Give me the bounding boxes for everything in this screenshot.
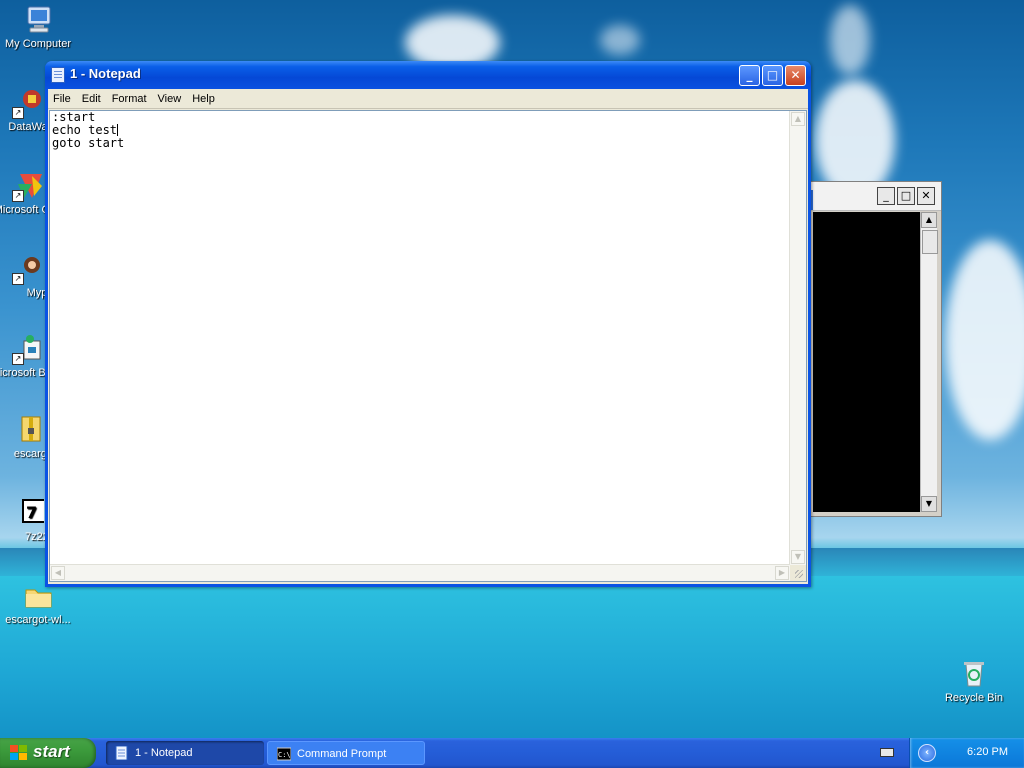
menu-file[interactable]: File: [48, 93, 77, 105]
horizontal-scrollbar[interactable]: ◀ ▶: [50, 564, 790, 581]
close-button[interactable]: ✕: [785, 65, 806, 86]
system-tray: ‹ 6:20 PM: [880, 738, 1024, 768]
sea: [0, 576, 1024, 738]
shortcut-arrow-icon: ↗: [12, 273, 24, 285]
scroll-thumb[interactable]: [922, 230, 938, 254]
start-button[interactable]: start: [0, 738, 96, 768]
cloud: [945, 240, 1024, 440]
editor-line: echo test: [52, 123, 118, 137]
cmd-minimize-button[interactable]: _: [877, 187, 895, 205]
scroll-up-arrow-icon[interactable]: ▲: [791, 112, 805, 126]
scroll-up-arrow-icon[interactable]: ▲: [921, 212, 937, 228]
application-icon: ↗: [12, 253, 44, 285]
clock[interactable]: 6:20 PM: [967, 746, 1008, 758]
editor-text[interactable]: :start echo test goto start: [52, 111, 124, 150]
computer-icon: [22, 4, 54, 36]
editor-line: goto start: [52, 136, 125, 150]
shortcut-arrow-icon: ↗: [12, 190, 24, 202]
show-hidden-icons-button[interactable]: ‹: [918, 744, 936, 762]
console-output[interactable]: [813, 212, 923, 512]
menu-edit[interactable]: Edit: [77, 93, 107, 105]
taskbar-label: 1 - Notepad: [135, 747, 193, 759]
notepad-icon: [51, 67, 65, 83]
scroll-down-arrow-icon[interactable]: ▼: [791, 550, 805, 564]
menu-format[interactable]: Format: [107, 93, 153, 105]
application-icon: ↗: [12, 87, 44, 119]
taskbar-label: Command Prompt: [297, 748, 387, 760]
command-prompt-window[interactable]: _ □ ✕ ▲ ▼: [808, 181, 942, 517]
cloud: [600, 25, 640, 55]
windows-flag-icon: [10, 745, 28, 761]
cmd-icon: C:\: [277, 747, 291, 761]
start-label: start: [33, 742, 70, 761]
shortcut-arrow-icon: ↗: [12, 353, 24, 365]
maximize-button[interactable]: □: [762, 65, 783, 86]
desktop-icon-escargot-folder[interactable]: escargot-wl...: [0, 580, 76, 627]
notepad-titlebar[interactable]: 1 - Notepad _ □ ✕: [45, 61, 811, 89]
scroll-down-arrow-icon[interactable]: ▼: [921, 496, 937, 512]
scroll-left-arrow-icon[interactable]: ◀: [51, 566, 65, 580]
cmd-close-button[interactable]: ✕: [917, 187, 935, 205]
desktop-icon-recycle-bin[interactable]: Recycle Bin: [936, 658, 1012, 705]
taskbar: start 1 - Notepad C:\ Command Prompt ‹ 6…: [0, 738, 1024, 768]
shortcut-arrow-icon: ↗: [12, 107, 24, 119]
editor-line: :start: [52, 110, 96, 124]
taskbar-button-command-prompt[interactable]: C:\ Command Prompt: [267, 741, 425, 765]
resize-grip-icon[interactable]: [790, 565, 806, 581]
menu-help[interactable]: Help: [187, 93, 221, 105]
desktop-icon-my-computer[interactable]: My Computer: [0, 4, 76, 51]
7zip-icon: 7: [12, 497, 46, 529]
minimize-button[interactable]: _: [739, 65, 760, 86]
svg-text:7: 7: [26, 503, 37, 522]
cloud: [830, 5, 870, 75]
menu-bar: File Edit Format View Help: [48, 89, 808, 109]
scroll-right-arrow-icon[interactable]: ▶: [775, 566, 789, 580]
text-editor[interactable]: :start echo test goto start ▲ ▼ ◀ ▶: [49, 110, 807, 582]
visual-cpp-icon: ↗: [12, 170, 44, 202]
notepad-icon: [115, 746, 128, 760]
taskbar-button-notepad[interactable]: 1 - Notepad: [106, 741, 264, 765]
text-caret: [117, 124, 119, 136]
vertical-scrollbar[interactable]: ▲ ▼: [789, 111, 806, 565]
keyboard-icon[interactable]: [880, 748, 894, 757]
zip-archive-icon: [12, 414, 44, 446]
menu-view[interactable]: View: [153, 93, 188, 105]
window-title: 1 - Notepad: [70, 66, 141, 81]
recycle-bin-icon: [958, 658, 990, 690]
notepad-window[interactable]: 1 - Notepad _ □ ✕ File Edit Format View …: [45, 61, 811, 587]
cmd-vertical-scrollbar[interactable]: ▲ ▼: [920, 212, 938, 512]
visual-basic-icon: ↗: [12, 333, 44, 365]
cmd-maximize-button[interactable]: □: [897, 187, 915, 205]
svg-text:C:\: C:\: [278, 751, 291, 759]
command-prompt-titlebar[interactable]: _ □ ✕: [809, 182, 941, 211]
